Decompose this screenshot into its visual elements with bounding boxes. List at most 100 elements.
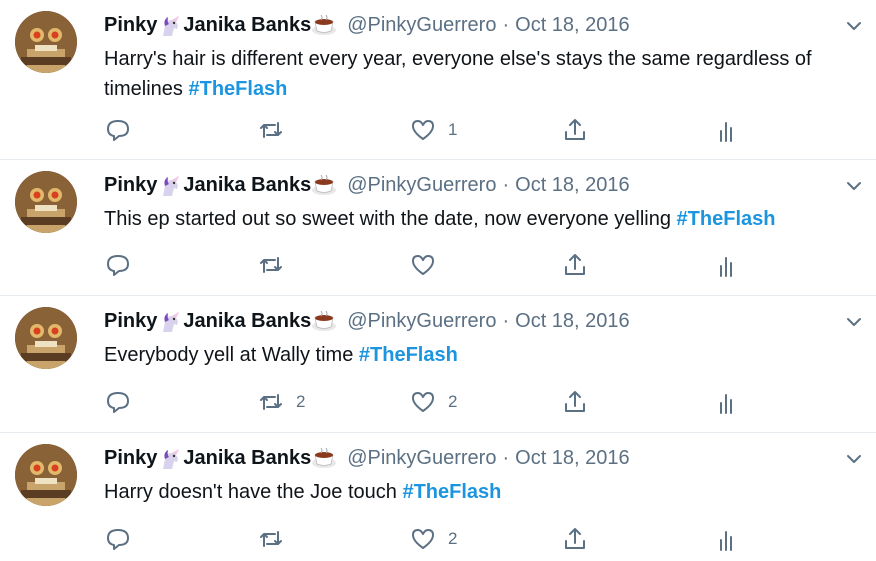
retweet-icon (260, 531, 282, 547)
coffee-icon (312, 174, 337, 195)
retweet-count: 2 (296, 392, 306, 411)
share-icon (565, 119, 585, 140)
display-name-last[interactable]: Janika Banks (183, 174, 311, 197)
unicorn-icon (163, 176, 180, 196)
tweet-text: This ep started out so sweet with the da… (104, 204, 864, 234)
tweet-date[interactable]: Oct 18, 2016 (515, 14, 630, 37)
coffee-icon (312, 14, 337, 35)
reply-button[interactable] (105, 115, 131, 145)
retweet-button[interactable] (258, 250, 296, 280)
analytics-button[interactable] (714, 250, 740, 280)
hashtag-link[interactable]: #TheFlash (677, 208, 776, 230)
tweet-header: Pinky Janika Banks @PinkyGuerrero · Oct … (104, 308, 630, 334)
like-icon (412, 392, 434, 412)
separator: · (502, 13, 510, 36)
tweet-actions: 1 (0, 115, 876, 145)
chevron-down-icon[interactable] (844, 312, 864, 332)
reply-button[interactable] (105, 387, 131, 417)
avatar[interactable] (15, 444, 77, 506)
display-name-last[interactable]: Janika Banks (183, 447, 311, 470)
tweet-text: Harry's hair is different every year, ev… (104, 44, 864, 104)
tweet[interactable]: Pinky Janika Banks @PinkyGuerrero · Oct … (0, 296, 876, 433)
like-count: 2 (448, 392, 458, 411)
analytics-button[interactable] (714, 524, 740, 554)
tweet[interactable]: Pinky Janika Banks @PinkyGuerrero · Oct … (0, 160, 876, 296)
unicorn-icon (163, 16, 180, 36)
share-button[interactable] (562, 524, 588, 554)
avatar-image (15, 171, 77, 233)
unicorn-icon (163, 312, 180, 332)
share-button[interactable] (562, 250, 588, 280)
reply-button[interactable] (105, 524, 131, 554)
tweet[interactable]: Pinky Janika Banks @PinkyGuerrero · Oct … (0, 433, 876, 561)
display-name-first[interactable]: Pinky (104, 14, 157, 37)
avatar[interactable] (15, 11, 77, 73)
separator: · (502, 309, 510, 332)
share-icon (565, 391, 585, 412)
tweet-header: Pinky Janika Banks @PinkyGuerrero · Oct … (104, 12, 630, 38)
analytics-button[interactable] (714, 115, 740, 145)
display-name-first[interactable]: Pinky (104, 174, 157, 197)
like-button[interactable] (410, 250, 448, 280)
separator: · (502, 446, 510, 469)
tweet-text: Harry doesn't have the Joe touch #TheFla… (104, 477, 864, 507)
tweet-date[interactable]: Oct 18, 2016 (515, 447, 630, 470)
display-name-first[interactable]: Pinky (104, 447, 157, 470)
tweet-text: Everybody yell at Wally time #TheFlash (104, 340, 864, 370)
reply-icon (107, 255, 129, 276)
retweet-button[interactable] (258, 115, 296, 145)
analytics-icon (720, 122, 732, 142)
user-handle[interactable]: @PinkyGuerrero (347, 14, 496, 37)
retweet-icon (260, 257, 282, 273)
tweet-actions (0, 250, 876, 280)
retweet-icon (260, 394, 282, 410)
like-icon (412, 529, 434, 549)
tweet-body: Everybody yell at Wally time (104, 344, 354, 366)
tweet-date[interactable]: Oct 18, 2016 (515, 310, 630, 333)
tweet-body: This ep started out so sweet with the da… (104, 208, 671, 230)
avatar[interactable] (15, 171, 77, 233)
tweet-header: Pinky Janika Banks @PinkyGuerrero · Oct … (104, 172, 630, 198)
retweet-button[interactable] (258, 524, 296, 554)
tweet-body: Harry doesn't have the Joe touch (104, 481, 397, 503)
hashtag-link[interactable]: #TheFlash (359, 344, 458, 366)
display-name-last[interactable]: Janika Banks (183, 14, 311, 37)
display-name-last[interactable]: Janika Banks (183, 310, 311, 333)
reply-button[interactable] (105, 250, 131, 280)
reply-icon (107, 529, 129, 550)
display-name-first[interactable]: Pinky (104, 310, 157, 333)
user-handle[interactable]: @PinkyGuerrero (347, 174, 496, 197)
coffee-icon (312, 447, 337, 468)
tweet-header: Pinky Janika Banks @PinkyGuerrero · Oct … (104, 445, 630, 471)
tweet[interactable]: Pinky Janika Banks @PinkyGuerrero · Oct … (0, 0, 876, 160)
like-icon (412, 120, 434, 140)
like-button[interactable]: 2 (410, 387, 457, 417)
analytics-icon (720, 257, 732, 277)
avatar-image (15, 444, 77, 506)
share-icon (565, 528, 585, 549)
like-button[interactable]: 2 (410, 524, 457, 554)
separator: · (502, 173, 510, 196)
user-handle[interactable]: @PinkyGuerrero (347, 310, 496, 333)
like-button[interactable]: 1 (410, 115, 457, 145)
avatar-image (15, 307, 77, 369)
share-button[interactable] (562, 387, 588, 417)
chevron-down-icon[interactable] (844, 449, 864, 469)
hashtag-link[interactable]: #TheFlash (402, 481, 501, 503)
like-count: 1 (448, 120, 458, 139)
chevron-down-icon[interactable] (844, 176, 864, 196)
coffee-icon (312, 310, 337, 331)
tweet-actions: 2 (0, 524, 876, 554)
share-button[interactable] (562, 115, 588, 145)
reply-icon (107, 392, 129, 413)
tweet-feed: Pinky Janika Banks @PinkyGuerrero · Oct … (0, 0, 876, 561)
user-handle[interactable]: @PinkyGuerrero (347, 447, 496, 470)
analytics-button[interactable] (714, 387, 740, 417)
analytics-icon (720, 394, 732, 414)
tweet-date[interactable]: Oct 18, 2016 (515, 174, 630, 197)
retweet-button[interactable]: 2 (258, 387, 305, 417)
chevron-down-icon[interactable] (844, 16, 864, 36)
share-icon (565, 254, 585, 275)
avatar[interactable] (15, 307, 77, 369)
hashtag-link[interactable]: #TheFlash (188, 78, 287, 100)
